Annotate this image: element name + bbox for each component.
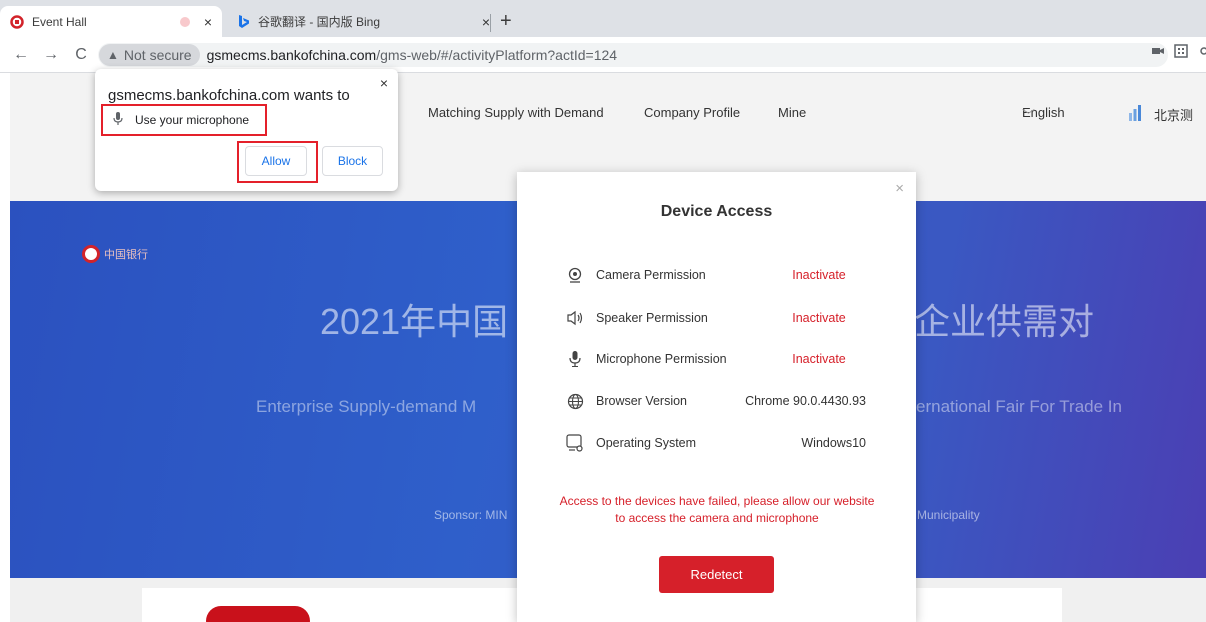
row-label: Operating System [596, 436, 697, 450]
forward-button[interactable]: → [42, 46, 60, 64]
row-microphone: Microphone Permission Inactivate [566, 347, 866, 371]
logo-text: 中国银行 [104, 248, 148, 261]
tab-close-button[interactable]: × [482, 14, 490, 30]
nav-item-mine[interactable]: Mine [778, 105, 806, 120]
reload-button[interactable]: C [72, 46, 90, 64]
row-value: Chrome 90.0.4430.93 [745, 394, 866, 408]
url-text: gsmecms.bankofchina.com/gms-web/#/activi… [207, 47, 617, 63]
tab-close-button[interactable]: × [204, 14, 212, 30]
permission-prompt: × gsmecms.bankofchina.com wants to Use y… [95, 69, 398, 191]
recording-indicator-icon [179, 16, 190, 27]
row-status: Inactivate [792, 311, 846, 325]
permission-item-label: Use your microphone [135, 113, 250, 127]
microphone-icon [566, 350, 584, 368]
boc-favicon-icon [10, 14, 24, 29]
block-button[interactable]: Block [322, 146, 383, 176]
qr-code-icon[interactable] [1174, 44, 1188, 58]
banner-subtitle-right: ernational Fair For Trade In [916, 397, 1122, 416]
new-tab-button[interactable]: + [500, 6, 512, 36]
banner-title-right: 企业供需对 [914, 301, 1095, 342]
row-label: Speaker Permission [596, 311, 708, 325]
row-speaker: Speaker Permission Inactivate [566, 306, 866, 330]
toolbar-icons [1152, 44, 1206, 58]
region-label: 北京测 [1154, 108, 1194, 123]
banner-title-left: 2021年中国 [320, 301, 509, 342]
permission-item-microphone: Use your microphone [101, 104, 267, 136]
nav-item-company-profile[interactable]: Company Profile [644, 105, 740, 120]
bar-chart-icon [1128, 105, 1142, 124]
dialog-title: Device Access [660, 203, 773, 220]
redetect-button[interactable]: Redetect [659, 556, 774, 593]
row-status: Inactivate [792, 268, 846, 282]
boc-logo-icon [82, 245, 100, 263]
notice-pill-button[interactable] [206, 606, 310, 622]
address-bar[interactable]: ▲ Not secure gsmecms.bankofchina.com/gms… [98, 43, 1168, 67]
computer-settings-icon [566, 434, 584, 452]
warning-triangle-icon: ▲ [107, 48, 119, 62]
prompt-close-button[interactable]: × [380, 75, 388, 91]
device-access-dialog: × Device Access Camera Permission Inacti… [517, 172, 916, 622]
prompt-heading: gsmecms.bankofchina.com wants to [108, 87, 350, 104]
banner-sponsor-left: Sponsor: MIN [434, 508, 508, 522]
not-secure-chip[interactable]: ▲ Not secure [99, 44, 200, 66]
not-secure-label: Not secure [123, 47, 192, 63]
webcam-icon [566, 266, 584, 284]
bank-logo: 中国银行 [82, 245, 148, 263]
url-path: /gms-web/#/activityPlatform?actId=124 [376, 47, 618, 63]
nav-item-matching[interactable]: Matching Supply with Demand [428, 105, 604, 120]
row-camera: Camera Permission Inactivate [566, 263, 866, 287]
dialog-close-button[interactable]: × [895, 180, 904, 197]
tab-title: 谷歌翻译 - 国内版 Bing [258, 15, 381, 29]
tab-separator [490, 14, 491, 32]
error-message: Access to the devices have failed, pleas… [559, 494, 875, 525]
back-button[interactable]: ← [12, 46, 30, 64]
globe-icon [566, 392, 584, 410]
row-operating-system: Operating System Windows10 [566, 431, 866, 455]
bing-favicon-icon [239, 14, 249, 28]
camera-icon[interactable] [1152, 46, 1164, 56]
browser-tab-bar: Event Hall × 谷歌翻译 - 国内版 Bing × + [0, 0, 1206, 37]
banner-sponsor-right: Municipality [917, 508, 980, 522]
row-label: Microphone Permission [596, 352, 727, 366]
extension-icon[interactable] [1198, 46, 1206, 56]
chevron-down-icon: ﹀ [1022, 108, 1036, 123]
row-label: Camera Permission [596, 268, 706, 282]
browser-toolbar: ← → C ▲ Not secure gsmecms.bankofchina.c… [0, 37, 1206, 73]
row-status: Inactivate [792, 352, 846, 366]
tab-event-hall[interactable]: Event Hall × [0, 6, 222, 37]
row-value: Windows10 [801, 436, 866, 450]
speaker-icon [566, 309, 584, 327]
row-label: Browser Version [596, 394, 688, 408]
tab-bing-translate[interactable]: 谷歌翻译 - 国内版 Bing × [228, 6, 500, 37]
tab-title: Event Hall [32, 14, 87, 29]
row-browser-version: Browser Version Chrome 90.0.4430.93 [566, 389, 866, 413]
url-host: gsmecms.bankofchina.com [206, 47, 377, 63]
allow-button[interactable]: Allow [245, 146, 307, 176]
banner-subtitle-left: Enterprise Supply-demand M [256, 397, 477, 416]
microphone-icon [113, 112, 123, 128]
